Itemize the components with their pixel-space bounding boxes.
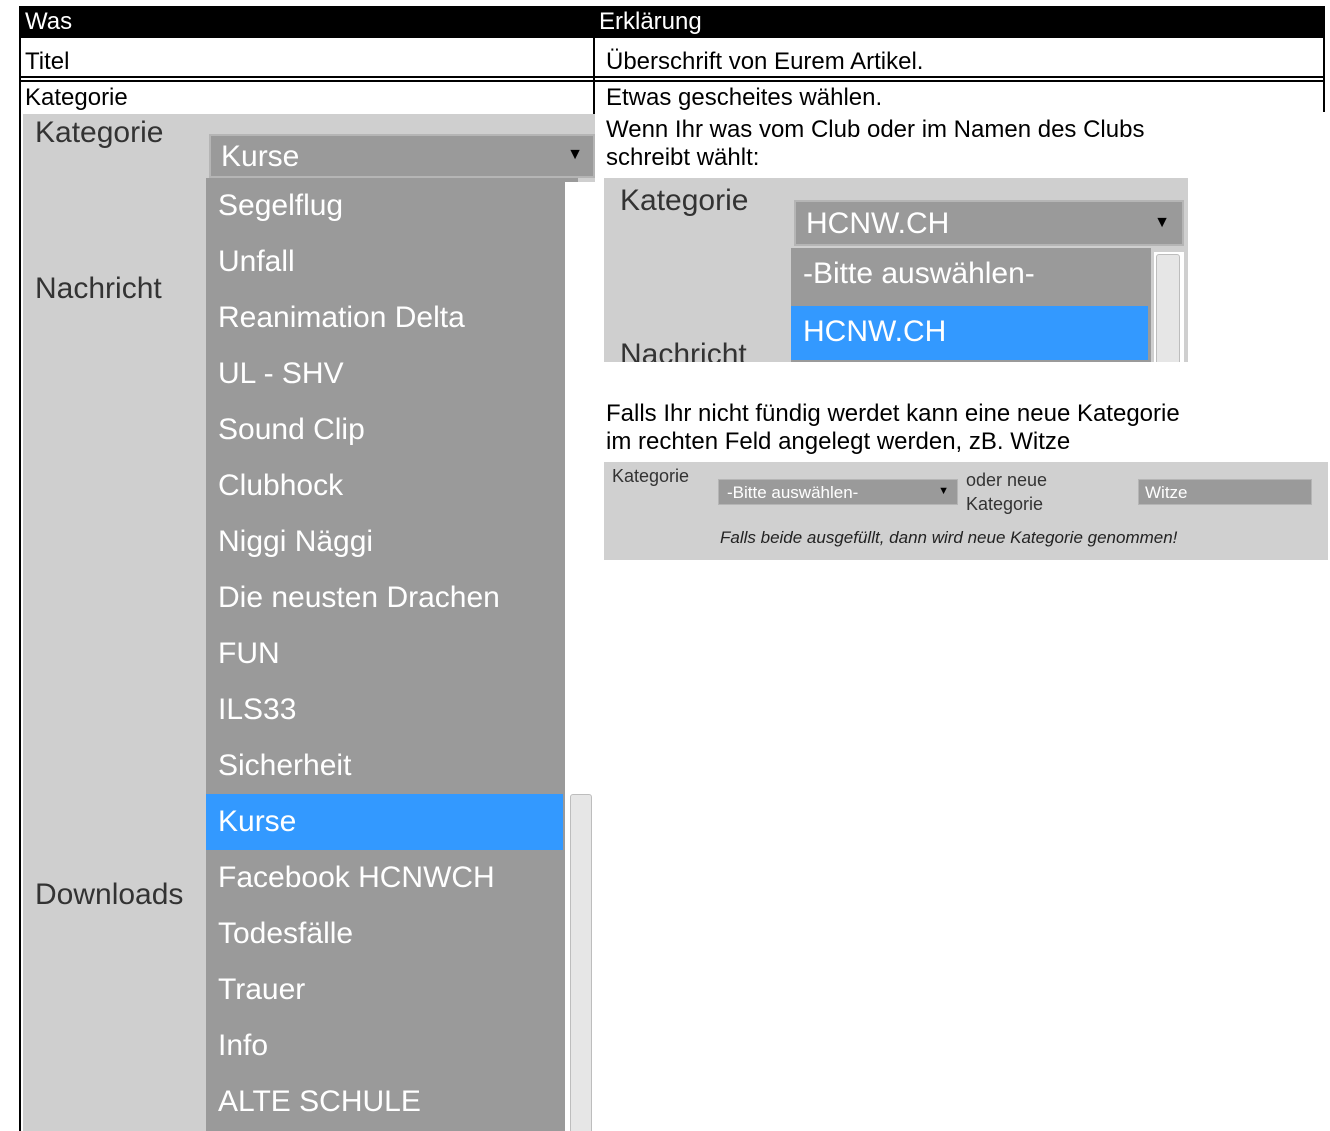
cell-titel: Titel: [25, 48, 70, 75]
category-option[interactable]: Sicherheit: [206, 738, 563, 794]
category-option[interactable]: Unfall: [206, 234, 563, 290]
dropdown-scrollbar-thumb[interactable]: [570, 794, 592, 1131]
club-category-select[interactable]: HCNW.CH ▼: [794, 200, 1184, 246]
category-option[interactable]: Facebook HCNWCH: [206, 850, 563, 906]
category-select-small[interactable]: -Bitte auswählen- ▼: [718, 479, 958, 505]
category-options-list: Segelflug Unfall Reanimation Delta UL - …: [206, 178, 578, 1131]
kategorie-line3: schreibt wählt:: [606, 144, 760, 171]
header-erklaerung: Erklärung: [599, 8, 702, 35]
category-select-value: Kurse: [221, 140, 300, 173]
category-option[interactable]: FUN: [206, 626, 563, 682]
kategorie-line2: Wenn Ihr was vom Club oder im Namen des …: [606, 116, 1145, 143]
category-option[interactable]: Die neusten Drachen: [206, 570, 563, 626]
new-category-value: Witze: [1145, 483, 1188, 502]
category-option[interactable]: Niggi Näggi: [206, 514, 563, 570]
screenshot-club-category: Kategorie Nachricht HCNW.CH ▼ -Bitte aus…: [604, 178, 1188, 362]
category-option-selected[interactable]: Kurse: [206, 794, 563, 850]
label-kategorie-neu: Kategorie: [966, 494, 1044, 514]
new-category-note: Falls beide ausgefüllt, dann wird neue K…: [720, 528, 1178, 547]
category-option[interactable]: Clubhock: [206, 458, 563, 514]
right-border: [1323, 80, 1325, 112]
kategorie-line4: Falls Ihr nicht fündig werdet kann eine …: [606, 400, 1180, 427]
new-category-input[interactable]: Witze: [1138, 479, 1312, 505]
category-option[interactable]: Reanimation Delta: [206, 290, 563, 346]
label-kategorie: Kategorie: [620, 184, 749, 217]
table-header: Was Erklärung: [19, 6, 1325, 36]
dropdown-arrow-icon: ▼: [938, 485, 949, 497]
dropdown-arrow-icon: ▼: [567, 146, 583, 163]
label-kategorie: Kategorie: [35, 116, 164, 149]
category-option[interactable]: ILS33: [206, 682, 563, 738]
category-option[interactable]: Trauer: [206, 962, 563, 1018]
category-select-value: -Bitte auswählen-: [727, 483, 859, 502]
category-option[interactable]: Sound Clip: [206, 402, 563, 458]
club-options-list: -Bitte auswählen- HCNW.CH: [791, 248, 1151, 362]
screenshot-category-dropdown: Kategorie Nachricht Downloads Kurse ▼ Se…: [23, 114, 595, 1131]
label-nachricht: Nachricht: [35, 272, 162, 305]
dropdown-arrow-icon: ▼: [1154, 214, 1170, 231]
category-option[interactable]: UL - SHV: [206, 346, 563, 402]
kategorie-line1: Etwas gescheites wählen.: [606, 84, 883, 111]
kategorie-line5: im rechten Feld angelegt werden, zB. Wit…: [606, 428, 1071, 455]
header-was: Was: [25, 8, 73, 35]
category-option[interactable]: ALTE SCHULE: [206, 1074, 563, 1130]
label-nachricht: Nachricht: [620, 338, 747, 362]
cell-kategorie: Kategorie: [25, 84, 128, 111]
dropdown-scrollbar-thumb[interactable]: [1156, 254, 1180, 362]
right-border: [1323, 36, 1325, 80]
club-option-selected[interactable]: HCNW.CH: [791, 306, 1148, 360]
label-downloads: Downloads: [35, 878, 184, 911]
club-category-value: HCNW.CH: [806, 207, 950, 240]
category-option[interactable]: Segelflug: [206, 178, 563, 234]
left-border: [19, 36, 21, 1131]
label-oder-neue: oder neue: [966, 470, 1048, 490]
row-divider: [19, 36, 1325, 38]
category-select[interactable]: Kurse ▼: [209, 134, 595, 178]
category-option[interactable]: Info: [206, 1018, 563, 1074]
category-option[interactable]: Todesfälle: [206, 906, 563, 962]
club-option[interactable]: -Bitte auswählen-: [791, 248, 1148, 302]
screenshot-new-category: Kategorie -Bitte auswählen- ▼ oder neue …: [604, 462, 1328, 560]
cell-titel-erklaerung: Überschrift von Eurem Artikel.: [606, 48, 924, 75]
row-divider: [19, 76, 1325, 78]
row-divider: [19, 80, 1325, 82]
label-kategorie: Kategorie: [612, 466, 690, 486]
